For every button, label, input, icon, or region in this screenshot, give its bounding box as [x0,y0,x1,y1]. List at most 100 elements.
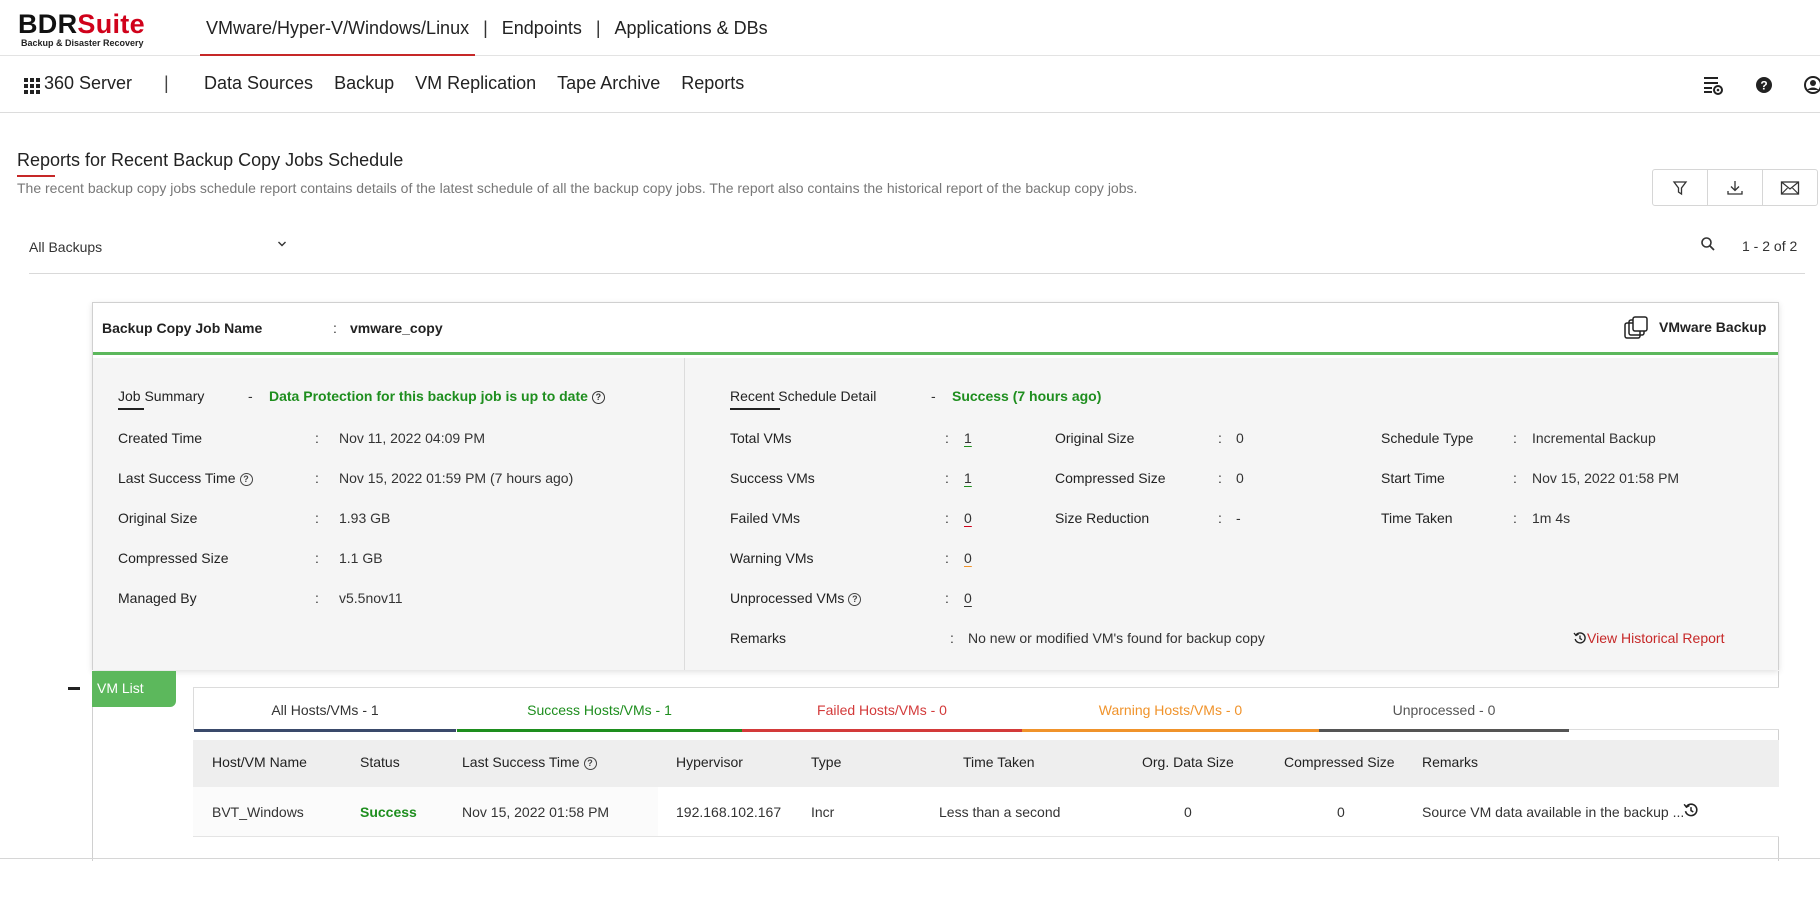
nav-item-tape-archive[interactable]: Tape Archive [557,73,660,94]
tab-success-hosts[interactable]: Success Hosts/VMs - 1 [457,688,742,732]
product-tab-endpoints[interactable]: Endpoints [496,0,588,56]
tab-label: Success Hosts/VMs [527,701,652,718]
help-icon[interactable]: ? [591,391,605,404]
column-header-type[interactable]: Type [811,754,841,770]
help-icon[interactable]: ? [848,593,862,606]
apps-grid-icon[interactable] [24,78,40,94]
history-icon [1573,632,1586,644]
schedule-value-failed-vms[interactable]: 0 [964,510,972,526]
vm-status-tabs: All Hosts/VMs - 1 Success Hosts/VMs - 1 … [193,687,1779,732]
colon: : [950,630,954,646]
colon: : [945,590,949,606]
tab-unprocessed[interactable]: Unprocessed - 0 [1319,688,1569,732]
schedule-value-success-vms[interactable]: 1 [964,470,972,486]
dash: - [248,388,253,404]
summary-value-managed-by: v5.5nov11 [339,590,403,606]
bdrsuite-logo[interactable]: BDRSuite Backup & Disaster Recovery [18,10,145,48]
schedule-label-remarks: Remarks [730,630,787,646]
tab-count: 0 [1487,701,1496,718]
schedule-label-start-time: Start Time [1381,470,1445,486]
cell-status: Success [360,804,417,820]
colon: : [945,510,949,526]
tab-warning-hosts[interactable]: Warning Hosts/VMs - 0 [1022,688,1319,732]
tab-failed-hosts[interactable]: Failed Hosts/VMs - 0 [742,688,1022,732]
schedule-value-remarks: No new or modified VM's found for backup… [968,630,1265,646]
schedule-value-unprocessed-vms[interactable]: 0 [964,590,972,606]
help-icon[interactable]: ? [239,473,253,486]
main-nav: 360 Server | Data Sources Backup VM Repl… [0,56,1820,113]
schedule-label-compressed-size: Compressed Size [1055,470,1166,486]
job-summary-title: Job Summary [118,388,205,404]
column-header-compressed-size[interactable]: Compressed Size [1284,754,1395,770]
schedule-label-unprocessed-vms: Unprocessed VMs? [730,590,862,606]
server-switcher[interactable]: 360 Server [44,73,132,94]
schedule-value-start-time: Nov 15, 2022 01:58 PM [1532,470,1680,486]
brand-tagline: Backup & Disaster Recovery [21,38,144,48]
pagination-info: 1 - 2 of 2 [1742,238,1798,254]
tab-count: 1 [664,701,672,718]
history-icon[interactable] [1683,802,1699,818]
section-underline [118,408,144,410]
user-icon[interactable] [1802,74,1820,96]
help-icon[interactable]: ? [583,757,597,770]
page-title: Reports for Recent Backup Copy Jobs Sche… [17,150,404,170]
job-name-value: vmware_copy [350,320,443,336]
column-header-time-taken[interactable]: Time Taken [963,754,1035,770]
page-description: The recent backup copy jobs schedule rep… [17,180,1138,196]
colon: : [1218,510,1222,526]
schedule-label-failed-vms: Failed VMs [730,510,801,526]
task-settings-icon[interactable] [1702,74,1724,96]
backup-filter-value: All Backups [29,239,103,255]
collapse-icon[interactable] [68,687,80,690]
column-header-hypervisor[interactable]: Hypervisor [676,754,743,770]
column-header-remarks[interactable]: Remarks [1422,754,1478,770]
cell-remarks: Source VM data available in the backup .… [1422,804,1685,820]
schedule-label-size-reduction: Size Reduction [1055,510,1150,526]
email-icon [1780,180,1800,195]
card-divider [684,358,685,670]
schedule-label-original-size: Original Size [1055,430,1135,446]
tab-indicator [457,729,742,732]
filter-button[interactable] [1653,170,1708,205]
email-button[interactable] [1763,170,1817,205]
nav-item-reports[interactable]: Reports [681,73,744,94]
brand-name-dark: BDR [18,9,78,39]
schedule-label-schedule-type: Schedule Type [1381,430,1474,446]
schedule-status: Success (7 hours ago) [952,388,1101,404]
help-icon[interactable]: ? [1753,74,1775,96]
product-tab-applications[interactable]: Applications & DBs [609,0,774,56]
backup-filter-select[interactable]: All Backups [29,239,289,255]
summary-label-created-time: Created Time [118,430,203,446]
cell-last-success-time: Nov 15, 2022 01:58 PM [462,804,610,820]
nav-item-data-sources[interactable]: Data Sources [204,73,313,94]
nav-item-backup[interactable]: Backup [334,73,394,94]
column-header-host-vm-name[interactable]: Host/VM Name [212,754,307,770]
tab-label: Warning Hosts/VMs [1098,701,1222,718]
colon: : [1513,430,1517,446]
column-header-status[interactable]: Status [360,754,400,770]
svg-text:?: ? [1760,79,1767,93]
search-icon[interactable] [1700,236,1716,252]
nav-item-vm-replication[interactable]: VM Replication [415,73,536,94]
product-tab-vmware[interactable]: VMware/Hyper-V/Windows/Linux [200,0,476,56]
schedule-label-time-taken: Time Taken [1381,510,1453,526]
vm-list-tag: VM List [92,671,176,707]
vmware-backup-icon [1624,316,1648,339]
tab-all-hosts[interactable]: All Hosts/VMs - 1 [194,688,456,732]
column-header-last-success-time[interactable]: Last Success Time? [462,754,597,770]
schedule-value-total-vms[interactable]: 1 [964,430,972,446]
colon: : [1513,470,1517,486]
colon: : [1218,470,1222,486]
schedule-value-time-taken: 1m 4s [1532,510,1571,526]
cell-host-vm-name: BVT_Windows [212,804,304,820]
job-type-label: VMware Backup [1659,319,1767,335]
download-button[interactable] [1708,170,1763,205]
nav-menu: Data Sources Backup VM Replication Tape … [204,73,765,94]
report-actions [1652,169,1818,206]
view-historical-report-link[interactable]: View Historical Report [1573,630,1724,646]
colon: : [945,550,949,566]
schedule-value-warning-vms[interactable]: 0 [964,550,972,566]
tab-count: 0 [939,701,947,718]
summary-value-last-success-time: Nov 15, 2022 01:59 PM (7 hours ago) [339,470,574,486]
column-header-org-data-size[interactable]: Org. Data Size [1142,754,1234,770]
